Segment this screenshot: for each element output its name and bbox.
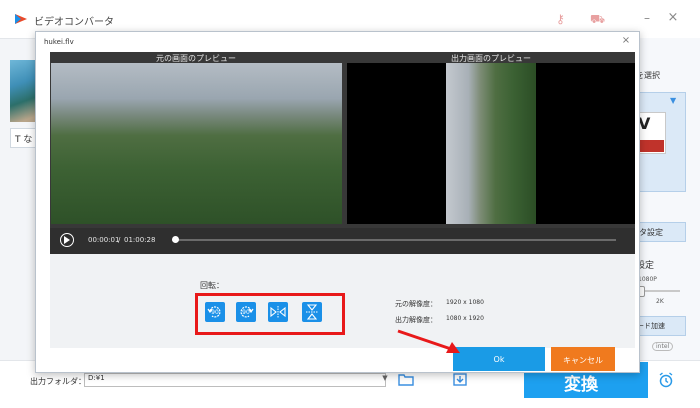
close-icon[interactable]: × [666, 10, 680, 25]
output-folder-value: D:¥1 [88, 374, 105, 382]
app-logo-icon [14, 12, 28, 26]
flip-horizontal-button[interactable] [268, 302, 288, 322]
play-icon [64, 236, 70, 244]
ok-label: Ok [493, 355, 505, 364]
output-resolution-label: 出力解像度： [395, 316, 437, 324]
rotate-label: 回転： [200, 281, 224, 290]
red-arrow-icon [397, 329, 460, 353]
rotate-right-label: 90 [242, 309, 250, 316]
convert-label: 変換 [564, 375, 598, 395]
total-time: 01:00:28 [124, 236, 156, 244]
film-strip-icon [636, 140, 664, 152]
intel-badge[interactable]: intel [652, 342, 674, 351]
seek-handle[interactable] [172, 236, 179, 243]
original-video-preview [51, 63, 342, 224]
minimize-icon[interactable]: – [640, 11, 654, 25]
close-icon[interactable]: × [620, 35, 632, 47]
text-tab-label: T な [15, 135, 33, 145]
time-separator: / [118, 236, 121, 244]
original-resolution-value: 1920 x 1080 [446, 299, 484, 306]
resolution-min-label: 1080P [638, 276, 657, 283]
metadata-settings-label: タ設定 [639, 228, 663, 237]
rotate-left-label: 90 [211, 309, 219, 316]
key-icon[interactable]: ⚷ [556, 12, 570, 26]
dialog-file-name: hukei.flv [44, 38, 74, 46]
folder-icon[interactable] [398, 372, 414, 386]
rotate-left-button[interactable]: 90 [205, 302, 225, 322]
resolution-max-label: 2K [656, 298, 664, 305]
app-title: ビデオコンバータ [34, 17, 114, 28]
export-icon[interactable] [452, 372, 468, 386]
dialog-footer [50, 348, 635, 370]
output-folder-label: 出力フォルダ： [30, 377, 86, 386]
alarm-clock-icon[interactable] [658, 372, 674, 388]
original-resolution-label: 元の解像度： [395, 300, 437, 308]
cancel-label: キャンセル [563, 356, 603, 365]
flip-vertical-button[interactable] [302, 302, 322, 322]
rotate-right-button[interactable]: 90 [236, 302, 256, 322]
hardware-accel-label: ード加速 [637, 322, 665, 330]
ok-button[interactable]: Ok [453, 347, 545, 371]
output-resolution-value: 1080 x 1920 [446, 315, 484, 322]
seek-bar[interactable] [172, 239, 616, 241]
chevron-down-icon[interactable]: ▼ [670, 96, 676, 105]
chevron-down-icon[interactable]: ▼ [380, 374, 390, 384]
current-time: 00:00:01 [88, 236, 120, 244]
right-panel [634, 38, 700, 360]
cancel-button[interactable]: キャンセル [551, 347, 615, 371]
output-folder-field[interactable] [84, 373, 386, 387]
cart-icon[interactable]: ⛟ [590, 12, 605, 26]
output-video-frame [446, 63, 536, 224]
